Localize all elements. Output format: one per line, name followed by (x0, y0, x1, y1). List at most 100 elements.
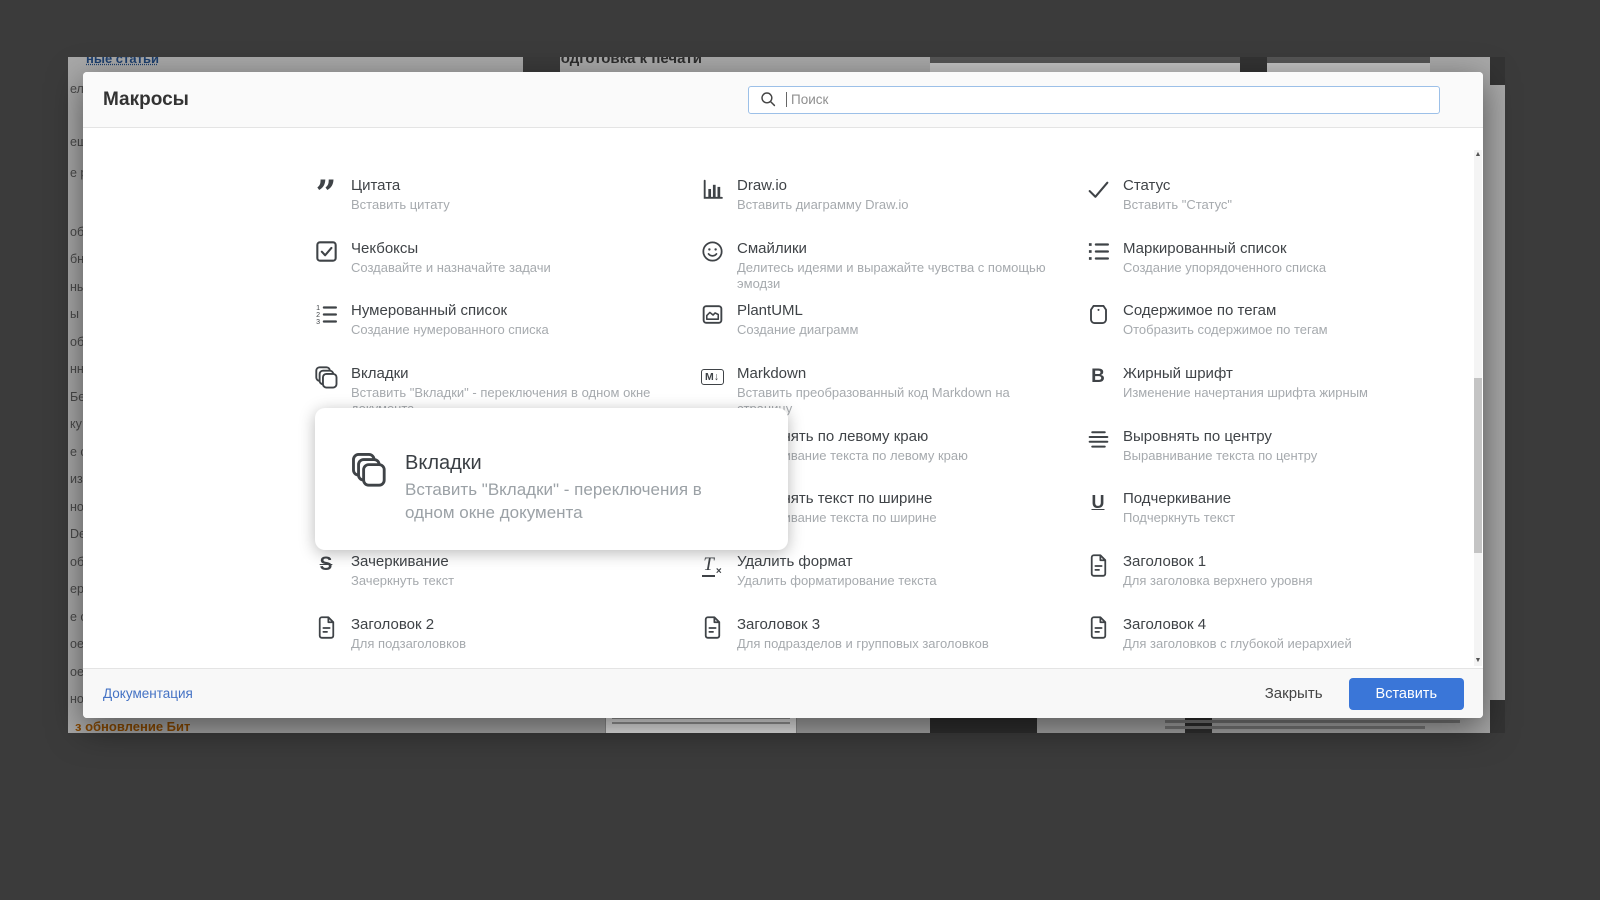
macro-description: Зачеркнуть текст (351, 573, 455, 589)
bold-icon: B (1091, 366, 1105, 388)
macro-item[interactable]: Статус Вставить "Статус" (1085, 176, 1471, 239)
page-text-fragment: ое (70, 637, 84, 651)
macro-title: Жирный шрифт (1123, 365, 1233, 383)
page-text-fragment: De (70, 527, 84, 541)
page-text-fragment: е с (70, 445, 84, 459)
macro-description: Для заголовков с глубокой иерархией (1123, 635, 1352, 651)
macro-item[interactable]: Заголовок 2 Для подзаголовков (313, 615, 699, 668)
page-text-fragment: ели (70, 82, 84, 96)
macro-description: Удалить форматирование текста (737, 573, 937, 589)
macro-title: Заголовок 3 (737, 615, 821, 633)
documentation-link[interactable]: Документация (103, 686, 193, 701)
page-text-fragment: об (70, 555, 84, 569)
page-text-fragment: но (70, 500, 84, 514)
macro-item[interactable]: Смайлики Делитесь идеями и выражайте чув… (699, 239, 1085, 302)
numbered-list-icon: 123 (313, 301, 339, 327)
macro-title: Цитата (351, 177, 401, 194)
macros-list: ” Цитата Вставить цитату Draw.io Вставит… (83, 128, 1483, 668)
macro-description: Отобразить содержимое по тегам (1123, 322, 1328, 338)
page-text-fragment: ны (70, 280, 84, 294)
macro-description: Для подзаголовков (351, 635, 467, 651)
macro-title: Draw.io (737, 177, 788, 194)
macro-title: Выровнять по центру (1123, 427, 1272, 445)
scroll-up-icon[interactable]: ▲ (1474, 150, 1482, 160)
macro-title: Нумерованный список (351, 302, 508, 320)
page-block (1490, 57, 1505, 85)
macro-description: Вставить диаграмму Draw.io (737, 197, 909, 212)
macro-title: Подчеркивание (1123, 490, 1232, 508)
scrollbar-thumb[interactable] (1474, 378, 1482, 553)
macro-description: Делитесь идеями и выражайте чувства с по… (737, 259, 1046, 291)
page-block (523, 57, 560, 72)
plantuml-icon (699, 301, 725, 327)
macro-title: Статус (1123, 177, 1171, 194)
bullet-list-icon (1085, 239, 1111, 265)
page-text-fragment: е о (70, 610, 84, 624)
page-text-fragment: Бе (70, 390, 84, 404)
macro-item[interactable]: T × Удалить формат Удалить форматирование… (699, 552, 1085, 615)
macro-item[interactable]: Выровнять по центру Выравнивание текста … (1085, 427, 1471, 490)
macro-item[interactable]: Чекбоксы Создавайте и назначайте задачи (313, 239, 699, 302)
macro-description: Вставить цитату (351, 197, 450, 212)
page-text-fragment: ку (70, 417, 82, 431)
page-text-fragment: об (70, 225, 84, 239)
macro-item[interactable]: U Подчеркивание Подчеркнуть текст (1085, 489, 1471, 552)
macro-item[interactable]: Маркированный список Создание упорядочен… (1085, 239, 1471, 302)
macro-description: Создание нумерованного списка (351, 322, 549, 338)
page-block (1240, 57, 1267, 72)
macro-title: PlantUML (737, 302, 803, 320)
tabs-icon (350, 451, 390, 491)
page-text-fragment: бн (70, 252, 84, 266)
macros-dialog: Макросы ” Цитата Вставить цитату (83, 72, 1483, 718)
svg-text:3: 3 (316, 318, 320, 326)
barchart-icon (699, 176, 725, 202)
tag-icon (1085, 301, 1111, 327)
insert-button[interactable]: Вставить (1348, 677, 1464, 710)
page-text-fragment: нн (70, 362, 84, 376)
page-text-fragment: е р (70, 166, 84, 180)
heading-icon (1085, 552, 1111, 578)
remove-format-icon: T × (702, 553, 722, 577)
page-left-edge-fragments: ели ещ е р об бн ны ы об нн Бе ку е с из но De об ер е о о… (68, 57, 84, 733)
macro-item[interactable]: Заголовок 1 Для заголовка верхнего уровн… (1085, 552, 1471, 615)
smiley-icon (699, 239, 725, 265)
close-button[interactable]: Закрыть (1239, 677, 1349, 710)
macro-description: Вставить "Статус" (1123, 197, 1233, 212)
macro-item[interactable]: S Зачеркивание Зачеркнуть текст (313, 552, 699, 615)
macro-item[interactable]: PlantUML Создание диаграмм (699, 301, 1085, 364)
macro-title: Вкладки (351, 365, 409, 383)
tooltip-description: Вставить "Вкладки" - переключения в одно… (405, 480, 702, 522)
scroll-down-icon[interactable]: ▼ (1474, 656, 1482, 666)
underline-icon: U (1091, 491, 1105, 512)
macro-item[interactable]: Заголовок 4 Для заголовков с глубокой ие… (1085, 615, 1471, 668)
dialog-title: Макросы (103, 88, 189, 110)
dialog-header: Макросы (83, 72, 1483, 128)
page-text-fragment: об (70, 335, 84, 349)
page-heading-fragment: Подготовка к печати (550, 57, 702, 67)
page-text-fragment: ер (70, 582, 84, 596)
check-icon (1085, 176, 1111, 202)
page-text-fragment: ные статьи (86, 57, 159, 66)
macro-title: Зачеркивание (351, 553, 449, 571)
page-text-fragment: ы (70, 307, 79, 321)
search-box[interactable] (748, 85, 1440, 114)
macro-item[interactable]: B Жирный шрифт Изменение начертания шриф… (1085, 364, 1471, 427)
macro-title: Смайлики (737, 239, 807, 257)
macro-item[interactable]: Draw.io Вставить диаграмму Draw.io (699, 176, 1085, 239)
macro-tooltip: Вкладки Вставить "Вкладки" - переключени… (315, 408, 788, 550)
macro-description: Создание упорядоченного списка (1123, 259, 1327, 275)
heading-icon (699, 615, 725, 641)
search-input[interactable] (789, 91, 1431, 108)
page-block (1490, 700, 1505, 733)
macro-title: Маркированный список (1123, 239, 1287, 257)
page-text-bar (1165, 720, 1460, 723)
macro-title: Содержимое по тегам (1123, 302, 1277, 320)
heading-icon (313, 615, 339, 641)
macro-item[interactable]: Содержимое по тегам Отобразить содержимо… (1085, 301, 1471, 364)
checkbox-icon (313, 239, 339, 265)
scrollbar[interactable]: ▲ ▼ (1474, 150, 1482, 666)
macro-title: Заголовок 1 (1123, 553, 1207, 571)
macro-item[interactable]: Заголовок 3 Для подразделов и групповых … (699, 615, 1085, 668)
macro-item[interactable]: ” Цитата Вставить цитату (313, 176, 699, 239)
macro-item[interactable]: 123 Нумерованный список Создание нумеров… (313, 301, 699, 364)
